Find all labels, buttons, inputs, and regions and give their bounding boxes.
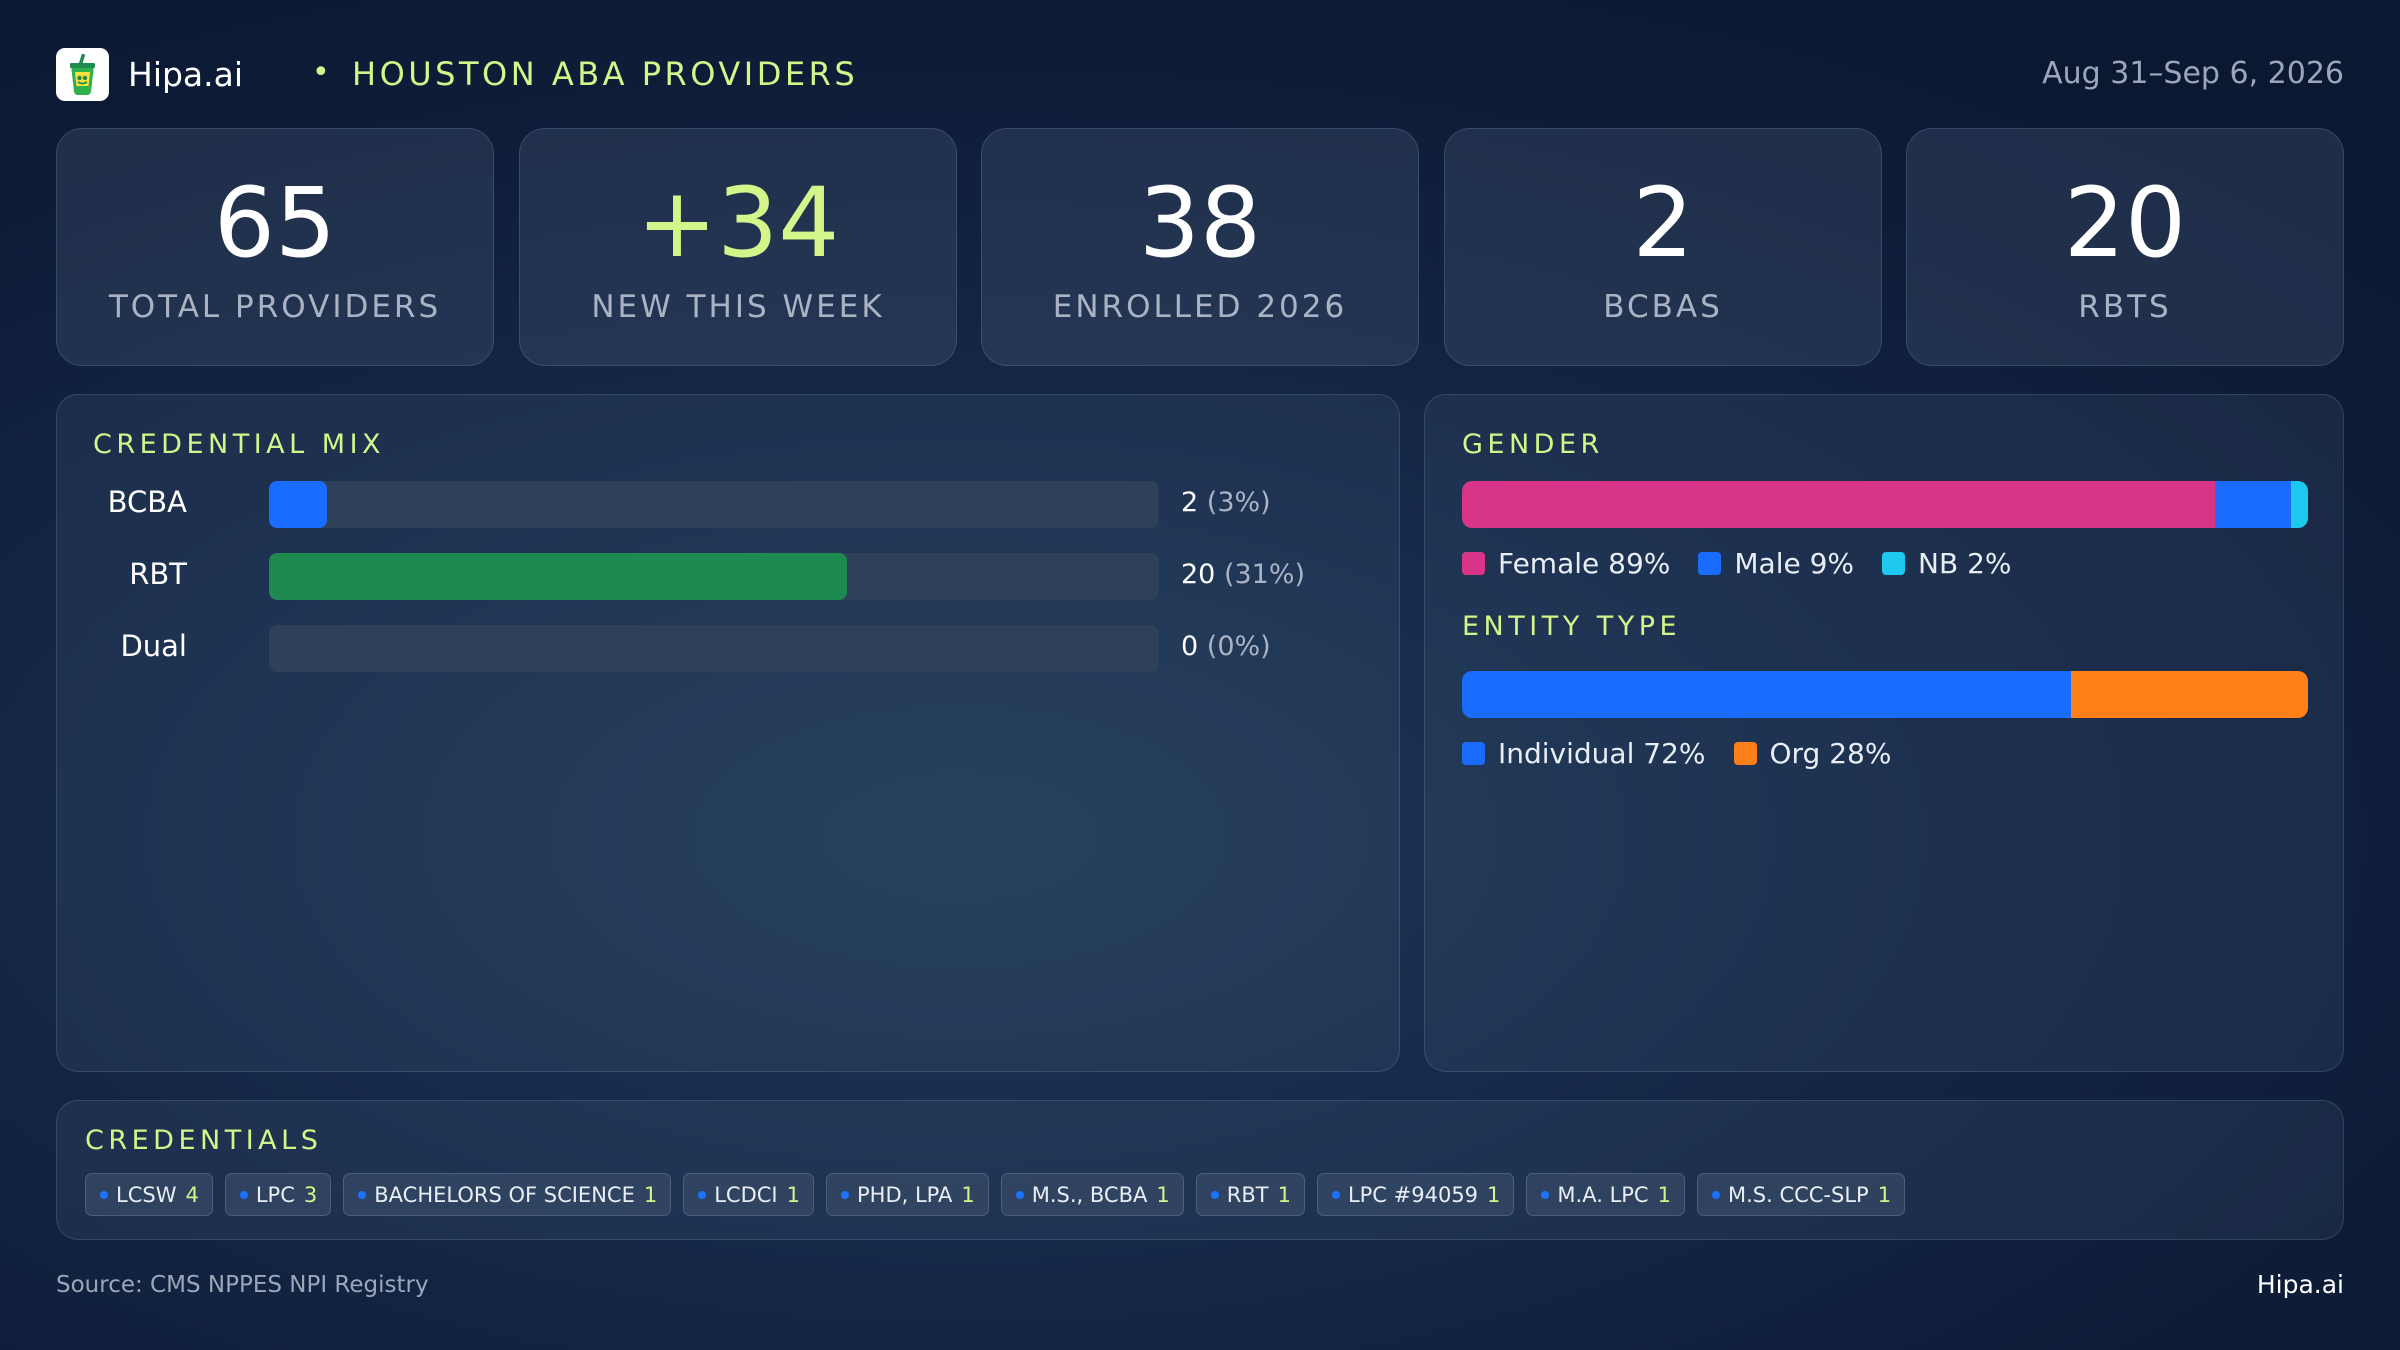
header-separator: • [312,55,330,90]
drink-cup-icon [70,53,95,95]
bullet-dot [1015,1190,1024,1199]
bullet-dot [1331,1190,1340,1199]
segment-male [2214,481,2292,528]
panel-title: CREDENTIALS [85,1125,323,1156]
footer-brand: Hipa.ai [2256,1270,2344,1299]
brand-name: Hipa.ai [128,55,244,94]
entity-type-stacked-bar [1462,671,2308,718]
credential-chip[interactable]: LCDCI 1 [683,1173,814,1216]
bullet-dot [698,1190,707,1199]
legend-individual: Individual 72% [1462,737,1706,770]
credential-mix-panel: CREDENTIAL MIX BCBA 2 (3%) RBT 20 (31%) … [56,394,1400,1072]
kpi-label: BCBAS [1603,289,1723,325]
gender-stacked-bar [1462,481,2308,528]
kpi-card-new-this-week: +34 NEW THIS WEEK [519,128,957,366]
kpi-value: 20 [2063,167,2187,279]
panel-title-entity-type: ENTITY TYPE [1462,611,1682,642]
credential-chip[interactable]: LCSW 4 [85,1173,213,1216]
kpi-label: TOTAL PROVIDERS [108,289,442,325]
kpi-label: NEW THIS WEEK [591,289,885,325]
source-note: Source: CMS NPPES NPI Registry [56,1272,429,1298]
bar-rbt [269,553,847,600]
segment-nb [2291,481,2308,528]
kpi-label: RBTS [2078,289,2172,325]
bullet-dot [358,1190,367,1199]
credential-chip[interactable]: LPC 3 [224,1173,332,1216]
bar-label-dual: Dual [120,629,187,663]
credential-chip[interactable]: RBT 1 [1195,1173,1305,1216]
legend-swatch [1882,551,1906,575]
kpi-card-total-providers: 65 TOTAL PROVIDERS [56,128,494,366]
panel-title-gender: GENDER [1462,429,1604,460]
bullet-dot [1711,1190,1720,1199]
bullet-dot [100,1190,108,1199]
legend-female: Female 89% [1462,547,1670,580]
bar-track-rbt [269,553,1159,600]
legend-nb: NB 2% [1882,547,2012,580]
bar-track-dual [269,625,1159,672]
legend-swatch [1698,551,1722,575]
entity-type-legend: Individual 72% Org 28% [1462,736,1919,770]
demographics-panel: GENDER Female 89% Male 9% NB 2% ENTITY T… [1424,394,2344,1072]
credentials-panel: CREDENTIALS LCSW 4 LPC 3 BACHELORS OF SCIE… [56,1100,2344,1240]
kpi-card-enrolled-2026: 38 ENROLLED 2026 [981,128,1419,366]
kpi-value: 65 [213,167,337,279]
legend-male: Male 9% [1698,547,1854,580]
report-title: HOUSTON ABA PROVIDERS [352,55,859,93]
bullet-dot [1210,1190,1219,1199]
bullet-dot [239,1190,248,1199]
bar-label-bcba: BCBA [107,485,187,519]
legend-swatch [1462,551,1485,575]
kpi-value: 38 [1138,167,1262,279]
credential-chip[interactable]: M.S., BCBA 1 [1000,1173,1184,1216]
credential-chip[interactable]: PHD, LPA 1 [825,1173,989,1216]
bullet-dot [840,1190,849,1199]
kpi-card-bcbas: 2 BCBAS [1444,128,1882,366]
bar-track-bcba [269,481,1159,528]
bar-value-rbt: 20 (31%) [1181,559,1306,590]
legend-org: Org 28% [1733,737,1891,770]
panel-title: CREDENTIAL MIX [93,429,386,460]
legend-swatch [1462,741,1485,765]
bar-value-bcba: 2 (3%) [1181,487,1271,518]
credential-chip[interactable]: BACHELORS OF SCIENCE 1 [343,1173,672,1216]
bar-value-dual: 0 (0%) [1181,631,1271,662]
segment-female [1462,481,2215,528]
bar-bcba [269,481,327,528]
credential-chip[interactable]: M.A. LPC 1 [1526,1173,1685,1216]
segment-org [2071,671,2308,718]
credential-chip[interactable]: M.S. CCC-SLP 1 [1696,1173,1906,1216]
date-range: Aug 31–Sep 6, 2026 [2042,56,2344,91]
legend-swatch [1733,741,1757,765]
bullet-dot [1541,1190,1550,1199]
gender-legend: Female 89% Male 9% NB 2% [1462,546,2040,580]
kpi-value: +34 [636,167,840,279]
kpi-card-rbts: 20 RBTS [1906,128,2344,366]
logo [56,48,109,101]
credential-chips: LCSW 4 LPC 3 BACHELORS OF SCIENCE 1 LCDCI 1 … [85,1173,2323,1216]
kpi-label: ENROLLED 2026 [1052,289,1348,325]
segment-individual [1462,671,2072,718]
kpi-value: 2 [1632,167,1694,279]
header: Hipa.ai • HOUSTON ABA PROVIDERS Aug 31–S… [56,46,2344,102]
bar-label-rbt: RBT [129,557,187,591]
credential-chip[interactable]: LPC #94059 1 [1316,1173,1515,1216]
